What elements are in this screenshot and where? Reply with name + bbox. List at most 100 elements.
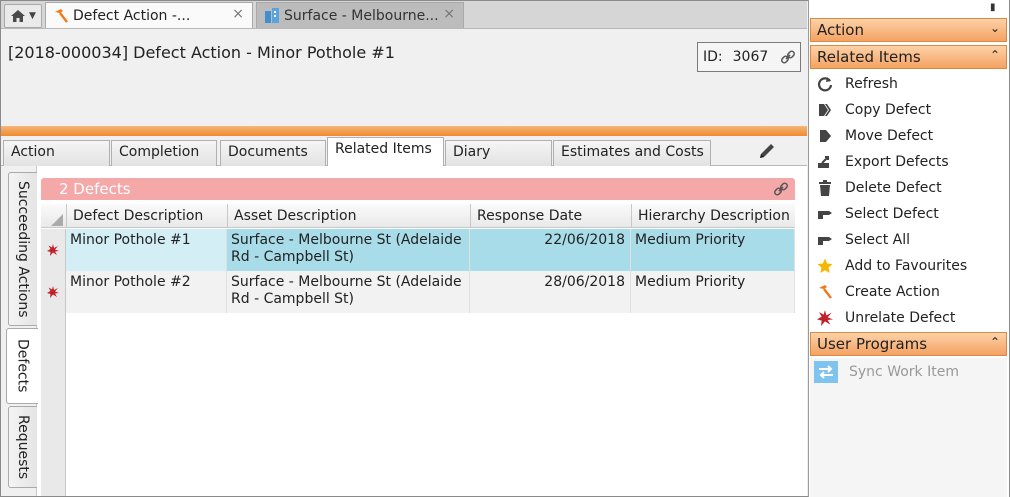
col-response-date[interactable]: Response Date [470, 204, 631, 228]
pointer-icon [814, 230, 836, 250]
tab-defect-action[interactable]: Defect Action -... × [45, 2, 253, 28]
section-label: User Programs [817, 335, 928, 353]
tab-related-items[interactable]: Related Items [327, 137, 444, 167]
hammer-icon [55, 8, 68, 23]
chevron-down-icon: ⌄ [989, 21, 1000, 35]
menu-create-action[interactable]: Create Action [812, 279, 1006, 305]
page-title: [2018-000034] Defect Action - Minor Poth… [8, 43, 395, 62]
chevron-down-icon: ▼ [29, 11, 36, 21]
refresh-icon [814, 74, 836, 94]
trash-icon [814, 178, 836, 198]
menu-label: Sync Work Item [849, 364, 959, 380]
cell-hierarchy-description: Medium Priority [631, 229, 795, 271]
menu-label: Create Action [845, 284, 940, 300]
cell-hierarchy-description: Medium Priority [631, 271, 795, 313]
chevron-up-icon: ⌃ [989, 48, 1000, 62]
menu-label: Unrelate Defect [845, 310, 956, 326]
table-row[interactable]: Minor Pothole #2 Surface - Melbourne St … [41, 271, 795, 313]
menu-add-to-favourites[interactable]: Add to Favourites [812, 253, 1006, 279]
menu-label: Add to Favourites [845, 258, 968, 274]
section-label: Action [817, 21, 864, 39]
col-hierarchy-description[interactable]: Hierarchy Description [631, 204, 795, 228]
burst-icon [47, 244, 59, 256]
cell-defect-description: Minor Pothole #1 [66, 229, 227, 271]
vtab-succeeding-actions[interactable]: Succeeding Actions [8, 172, 37, 326]
home-icon [11, 10, 26, 22]
copy-icon [814, 100, 836, 120]
home-menu-button[interactable]: ▼ [4, 4, 42, 28]
section-label: Related Items [817, 48, 921, 66]
menu-export-defects[interactable]: Export Defects [812, 149, 1006, 175]
cell-defect-description: Minor Pothole #2 [66, 271, 227, 313]
building-icon [265, 7, 279, 23]
burst-icon [47, 286, 59, 298]
tab-documents[interactable]: Documents [220, 140, 326, 166]
close-icon[interactable]: × [232, 6, 244, 22]
id-label: ID: [703, 49, 723, 65]
tab-label: Defect Action -... [73, 7, 191, 24]
tab-label: Surface - Melbourne... [284, 7, 439, 24]
pencil-icon[interactable] [756, 140, 778, 162]
cell-response-date: 28/06/2018 [470, 271, 631, 313]
menu-label: Refresh [845, 76, 898, 92]
grid-gutter [41, 313, 66, 496]
menu-label: Select All [845, 232, 910, 248]
tab-surface[interactable]: Surface - Melbourne... × [256, 2, 464, 28]
col-defect-description[interactable]: Defect Description [66, 204, 227, 228]
table-row[interactable]: Minor Pothole #1 Surface - Melbourne St … [41, 229, 795, 271]
accent-bar [1, 126, 807, 136]
vtab-requests[interactable]: Requests [8, 406, 37, 488]
section-tab-bar: Action Completion Documents Related Item… [1, 136, 807, 167]
menu-unrelate-defect[interactable]: Unrelate Defect [812, 305, 1006, 331]
link-icon[interactable] [780, 49, 796, 65]
row-gutter [41, 229, 66, 271]
pointer-icon [814, 204, 836, 224]
export-icon [814, 152, 836, 172]
corner-triangle-icon [51, 214, 63, 226]
tab-action[interactable]: Action [3, 140, 110, 166]
menu-label: Move Defect [845, 128, 934, 144]
vtab-label: Requests [15, 414, 31, 480]
menu-label: Export Defects [845, 154, 949, 170]
tab-estimates-and-costs[interactable]: Estimates and Costs [553, 140, 711, 166]
related-items-section-header[interactable]: Related Items ⌃ [810, 45, 1007, 69]
vtab-defects[interactable]: Defects [6, 328, 38, 404]
record-header: [2018-000034] Defect Action - Minor Poth… [1, 29, 807, 127]
menu-label: Select Defect [845, 206, 939, 222]
cell-asset-description: Surface - Melbourne St (Adelaide Rd - Ca… [227, 229, 470, 271]
id-value: 3067 [732, 49, 769, 65]
menu-move-defect[interactable]: Move Defect [812, 123, 1006, 149]
menu-copy-defect[interactable]: Copy Defect [812, 97, 1006, 123]
grid-title: 2 Defects [59, 180, 131, 198]
col-asset-description[interactable]: Asset Description [227, 204, 470, 228]
vertical-tab-bar: Succeeding Actions Defects Requests [1, 166, 38, 496]
grid-title-bar: 2 Defects [41, 178, 795, 200]
cell-asset-description: Surface - Melbourne St (Adelaide Rd - Ca… [227, 271, 470, 313]
pin-icon[interactable]: ▮ [990, 2, 996, 13]
link-icon[interactable] [773, 181, 789, 197]
chevron-up-icon: ⌃ [989, 335, 1000, 349]
menu-refresh[interactable]: Refresh [812, 71, 1006, 97]
menu-delete-defect[interactable]: Delete Defect [812, 175, 1006, 201]
menu-label: Copy Defect [845, 102, 932, 118]
select-all-corner[interactable] [41, 204, 66, 228]
menu-select-defect[interactable]: Select Defect [812, 201, 1006, 227]
burst-icon [814, 308, 836, 328]
user-programs-section-header[interactable]: User Programs ⌃ [810, 332, 1007, 356]
tab-diary[interactable]: Diary [445, 140, 552, 166]
close-icon[interactable]: × [443, 6, 455, 22]
menu-label: Delete Defect [845, 180, 942, 196]
hammer-icon [814, 282, 836, 302]
menu-select-all[interactable]: Select All [812, 227, 1006, 253]
tab-completion[interactable]: Completion [111, 140, 217, 166]
star-icon [814, 256, 836, 276]
id-box: ID: 3067 [697, 42, 801, 72]
grid-column-headers: Defect Description Asset Description Res… [41, 204, 795, 228]
vtab-label: Succeeding Actions [15, 180, 31, 318]
row-gutter [41, 271, 66, 313]
action-section-header[interactable]: Action ⌄ [810, 18, 1007, 42]
menu-sync-work-item[interactable]: Sync Work Item [812, 359, 1006, 385]
move-icon [814, 126, 836, 146]
sync-icon [814, 361, 838, 383]
cell-response-date: 22/06/2018 [470, 229, 631, 271]
